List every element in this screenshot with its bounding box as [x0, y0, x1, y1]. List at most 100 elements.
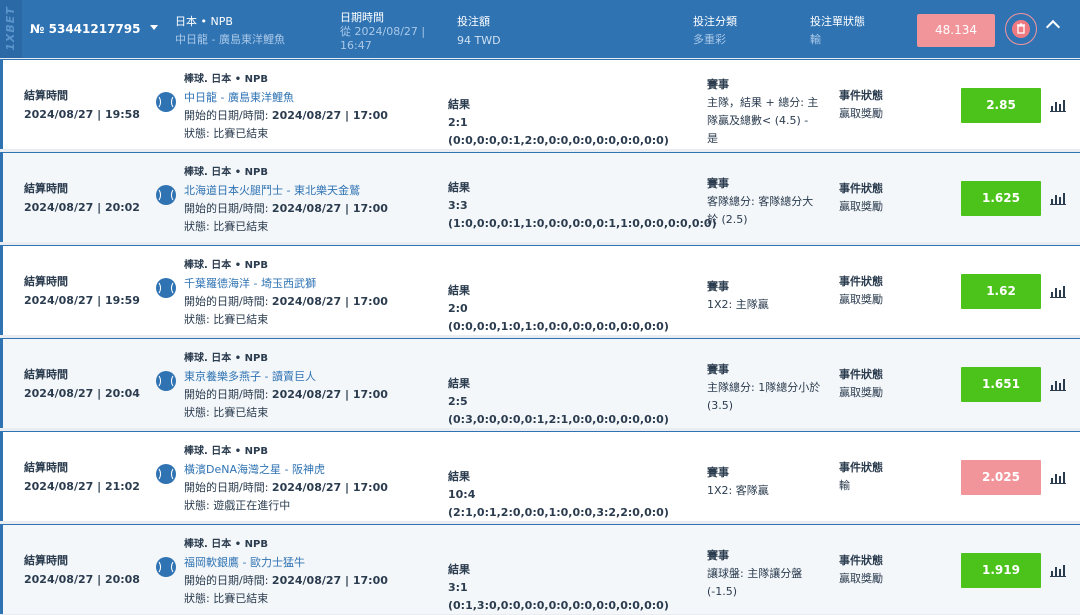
settle-label: 結算時間 — [24, 89, 68, 102]
match-teams[interactable]: 千葉羅德海洋 - 埼玉西武獅 — [184, 275, 316, 293]
settle-label: 結算時間 — [24, 182, 68, 195]
table-row[interactable]: 結算時間 2024/08/27 | 19:58 棒球. 日本 • NPB 中日龍… — [0, 59, 1080, 149]
header-match-teams: 中日龍 - 廣島東洋鯉魚 — [175, 33, 285, 46]
header-stake-value: 94 TWD — [457, 34, 501, 47]
settle-time: 2024/08/27 | 20:08 — [24, 573, 140, 586]
event-status-value: 贏取獎勵 — [839, 200, 883, 213]
result-score: 2:1 (0:0,0:0,0:1,2:0,0:0,0:0,0:0,0:0,0:0… — [448, 116, 669, 147]
league-name: 棒球. 日本 • NPB — [184, 446, 268, 457]
stats-chart-icon[interactable] — [1050, 98, 1066, 112]
match-status: 狀態: 比賽已結束 — [184, 313, 269, 326]
table-row[interactable]: 結算時間 2024/08/27 | 20:04 棒球. 日本 • NPB 東京養… — [0, 338, 1080, 428]
header-match-label: 日本 • NPB — [175, 15, 233, 28]
odds-badge: 1.62 — [961, 274, 1041, 309]
league-name: 棒球. 日本 • NPB — [184, 260, 268, 271]
baseball-icon — [156, 371, 176, 391]
result-label: 結果 — [448, 470, 470, 483]
settle-time: 2024/08/27 | 19:58 — [24, 108, 140, 121]
event-description: 1X2: 客隊贏 — [707, 484, 769, 497]
stats-chart-icon[interactable] — [1050, 377, 1066, 391]
delete-button[interactable] — [1005, 13, 1037, 45]
table-row[interactable]: 結算時間 2024/08/27 | 19:59 棒球. 日本 • NPB 千葉羅… — [0, 245, 1080, 335]
match-status: 狀態: 比賽已結束 — [184, 592, 269, 605]
start-time-value: 2024/08/27 | 17:00 — [271, 388, 388, 401]
event-description: 主隊，結果 + 總分: 主隊贏及總數< (4.5) - 是 — [707, 96, 819, 145]
result-score: 10:4 (2:1,0:1,2:0,0:0,1:0,0:0,3:2,2:0,0:… — [448, 488, 669, 519]
match-teams[interactable]: 橫濱DeNA海灣之星 - 阪神虎 — [184, 461, 325, 479]
settle-label: 結算時間 — [24, 554, 68, 567]
header-bet-type-label: 投注分類 — [693, 15, 737, 28]
league-name: 棒球. 日本 • NPB — [184, 74, 268, 85]
odds-badge: 1.625 — [961, 181, 1041, 216]
match-status: 狀態: 比賽已結束 — [184, 127, 269, 140]
odds-badge: 2.025 — [961, 460, 1041, 495]
start-time-label: 開始的日期/時間: — [184, 295, 272, 308]
coupon-header[interactable]: 1XBET № 53441217795 日本 • NPB 中日龍 - 廣島東洋鯉… — [0, 0, 1080, 58]
start-time-value: 2024/08/27 | 17:00 — [271, 481, 388, 494]
start-time-label: 開始的日期/時間: — [184, 388, 272, 401]
event-status-value: 贏取獎勵 — [839, 293, 883, 306]
odds-badge: 1.651 — [961, 367, 1041, 402]
header-bet-type-value: 多重彩 — [693, 33, 726, 46]
match-status: 狀態: 比賽已結束 — [184, 406, 269, 419]
start-time: 開始的日期/時間: 2024/08/27 | 17:00 — [184, 479, 388, 497]
stats-chart-icon[interactable] — [1050, 563, 1066, 577]
baseball-icon — [156, 185, 176, 205]
header-status-label: 投注單狀態 — [810, 15, 865, 28]
start-time: 開始的日期/時間: 2024/08/27 | 17:00 — [184, 572, 388, 590]
start-time: 開始的日期/時間: 2024/08/27 | 17:00 — [184, 293, 388, 311]
settle-label: 結算時間 — [24, 368, 68, 381]
settle-time: 2024/08/27 | 20:02 — [24, 201, 140, 214]
event-label: 賽事 — [707, 177, 729, 190]
settle-label: 結算時間 — [24, 461, 68, 474]
table-row[interactable]: 結算時間 2024/08/27 | 21:02 棒球. 日本 • NPB 橫濱D… — [0, 431, 1080, 521]
start-time-value: 2024/08/27 | 17:00 — [271, 574, 388, 587]
stats-chart-icon[interactable] — [1050, 191, 1066, 205]
start-time: 開始的日期/時間: 2024/08/27 | 17:00 — [184, 107, 388, 125]
stats-chart-icon[interactable] — [1050, 284, 1066, 298]
start-time: 開始的日期/時間: 2024/08/27 | 17:00 — [184, 386, 388, 404]
match-teams[interactable]: 中日龍 - 廣島東洋鯉魚 — [184, 89, 294, 107]
settle-time: 2024/08/27 | 20:04 — [24, 387, 140, 400]
odds-badge: 2.85 — [961, 88, 1041, 123]
result-label: 結果 — [448, 563, 470, 576]
league-name: 棒球. 日本 • NPB — [184, 353, 268, 364]
event-status-label: 事件狀態 — [839, 275, 883, 288]
start-time: 開始的日期/時間: 2024/08/27 | 17:00 — [184, 200, 388, 218]
event-description: 1X2: 主隊贏 — [707, 298, 769, 311]
table-row[interactable]: 結算時間 2024/08/27 | 20:08 棒球. 日本 • NPB 福岡軟… — [0, 524, 1080, 614]
start-time-value: 2024/08/27 | 17:00 — [271, 295, 388, 308]
result-score: 2:5 (0:3,0:0,0:0,0:1,2:1,0:0,0:0,0:0,0:0… — [448, 395, 669, 426]
event-status-value: 輸 — [839, 479, 850, 492]
event-label: 賽事 — [707, 549, 729, 562]
coupon-number: № 53441217795 — [30, 22, 141, 36]
start-time-label: 開始的日期/時間: — [184, 109, 272, 122]
settle-label: 結算時間 — [24, 275, 68, 288]
result-label: 結果 — [448, 377, 470, 390]
total-odds-badge: 48.134 — [917, 14, 995, 47]
result-label: 結果 — [448, 98, 470, 111]
event-description: 客隊總分: 客隊總分大於 (2.5) — [707, 195, 814, 226]
match-status: 狀態: 遊戲正在進行中 — [184, 499, 291, 512]
chevron-up-icon[interactable] — [1045, 19, 1061, 35]
caret-down-icon[interactable] — [150, 25, 158, 30]
baseball-icon — [156, 557, 176, 577]
match-teams[interactable]: 福岡軟銀鷹 - 歐力士猛牛 — [184, 554, 305, 572]
header-datetime-label: 日期時間 — [340, 11, 384, 24]
odds-badge: 1.919 — [961, 553, 1041, 588]
start-time-label: 開始的日期/時間: — [184, 481, 272, 494]
event-status-label: 事件狀態 — [839, 89, 883, 102]
event-label: 賽事 — [707, 78, 729, 91]
event-description: 讓球盤: 主隊讓分盤 (-1.5) — [707, 567, 803, 598]
event-status-value: 贏取獎勵 — [839, 107, 883, 120]
bet-slip: 1XBET № 53441217795 日本 • NPB 中日龍 - 廣島東洋鯉… — [0, 0, 1080, 615]
stats-chart-icon[interactable] — [1050, 470, 1066, 484]
table-row[interactable]: 結算時間 2024/08/27 | 20:02 棒球. 日本 • NPB 北海道… — [0, 152, 1080, 242]
match-teams[interactable]: 北海道日本火腿鬥士 - 東北樂天金鷲 — [184, 182, 360, 200]
event-status-label: 事件狀態 — [839, 461, 883, 474]
event-status-value: 贏取獎勵 — [839, 572, 883, 585]
league-name: 棒球. 日本 • NPB — [184, 167, 268, 178]
match-teams[interactable]: 東京養樂多燕子 - 讀賣巨人 — [184, 368, 316, 386]
event-label: 賽事 — [707, 466, 729, 479]
event-label: 賽事 — [707, 280, 729, 293]
